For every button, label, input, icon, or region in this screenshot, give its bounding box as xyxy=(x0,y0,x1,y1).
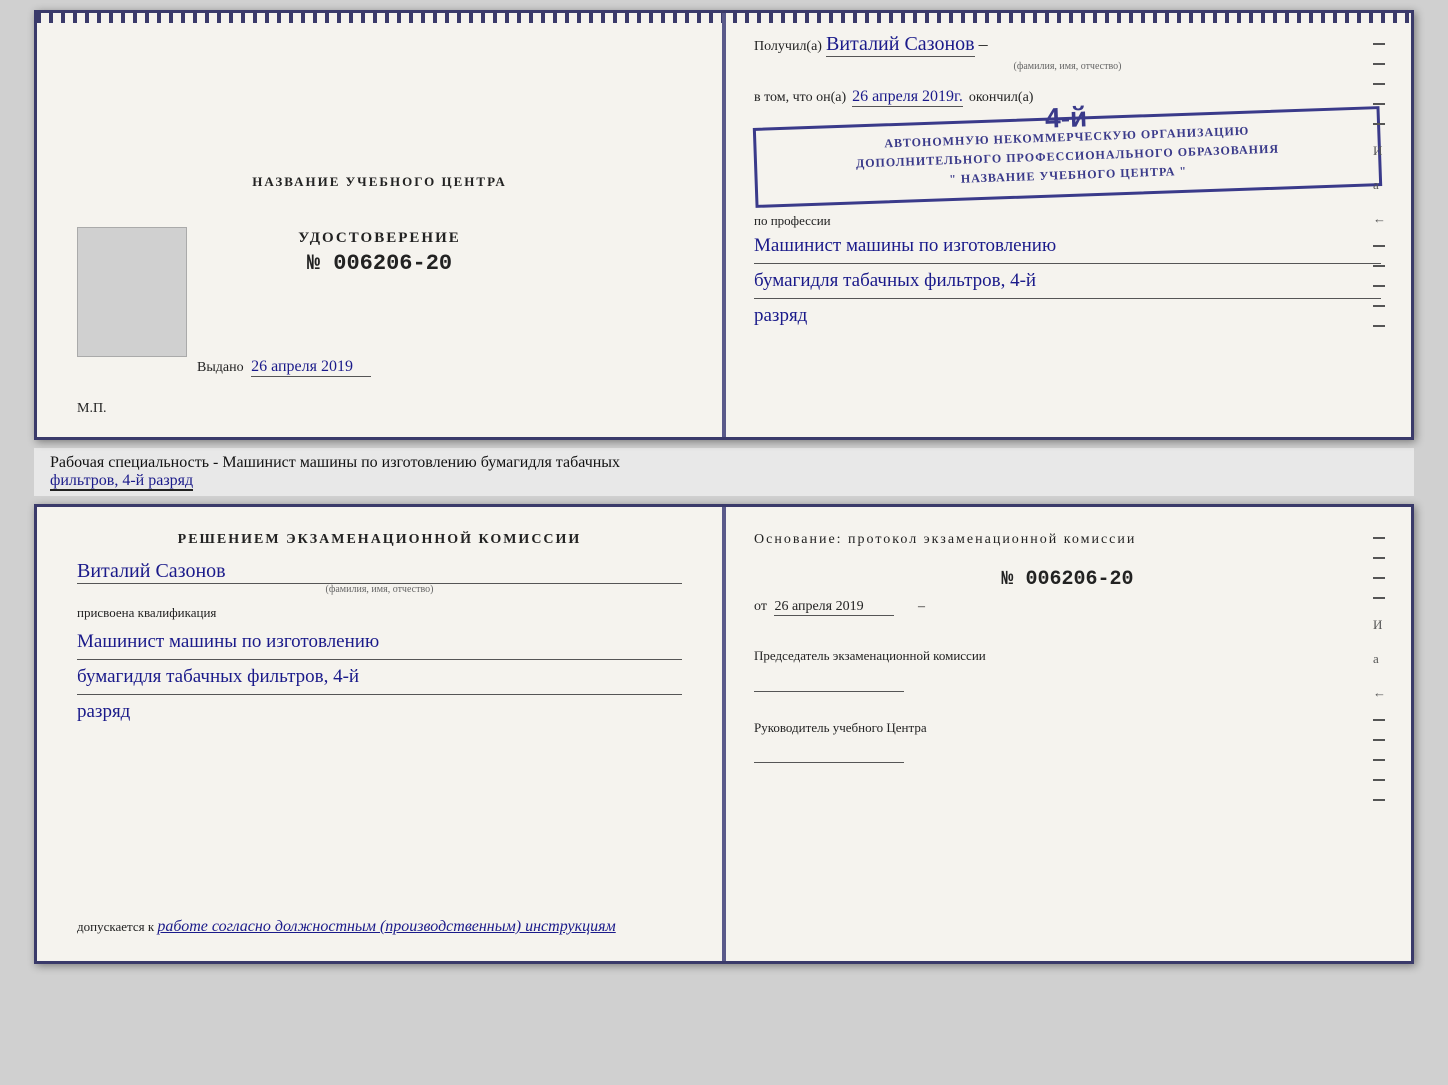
okonchil-label: окончил(а) xyxy=(969,90,1034,106)
deco-dash-3 xyxy=(1373,83,1385,85)
cert-bottom-left-page: Решением экзаменационной комиссии Витали… xyxy=(37,507,724,961)
right-deco-lines-bottom: И а ← xyxy=(1373,537,1386,801)
dopusk-text: работе согласно должностным (производств… xyxy=(157,918,615,935)
ot-dash: – xyxy=(918,599,925,614)
deco-dash-b6 xyxy=(1373,739,1385,741)
cert-top-right-page: Получил(а) Виталий Сазонов – (фамилия, и… xyxy=(724,13,1411,437)
mp-label: М.П. xyxy=(77,401,107,417)
fio-sub-bottom: (фамилия, имя, отчество) xyxy=(77,584,682,595)
deco-dash-9 xyxy=(1373,305,1385,307)
deco-dash-b4 xyxy=(1373,597,1385,599)
deco-dash-b8 xyxy=(1373,779,1385,781)
deco-dash-10 xyxy=(1373,325,1385,327)
udostoverenie-label: УДОСТОВЕРЕНИЕ xyxy=(298,230,461,247)
caption-bar: Рабочая специальность - Машинист машины … xyxy=(34,448,1414,496)
cert-number: № 006206-20 xyxy=(307,251,452,276)
letter-i: И xyxy=(1373,143,1386,159)
profession-line1: Машинист машины по изготовлению xyxy=(754,229,1381,264)
fio-handwritten-top: Виталий Сазонов xyxy=(826,33,975,57)
osnovanie-label: Основание: протокол экзаменационной коми… xyxy=(754,532,1381,548)
date-handwritten: 26 апреля 2019г. xyxy=(852,88,963,107)
qual-line2: бумагидля табачных фильтров, 4-й xyxy=(77,660,682,695)
caption-text: Рабочая специальность - Машинист машины … xyxy=(50,454,620,471)
cert-top-left-page: НАЗВАНИЕ УЧЕБНОГО ЦЕНТРА УДОСТОВЕРЕНИЕ №… xyxy=(37,13,724,437)
deco-dash-b7 xyxy=(1373,759,1385,761)
deco-dash-6 xyxy=(1373,245,1385,247)
page-wrapper: НАЗВАНИЕ УЧЕБНОГО ЦЕНТРА УДОСТОВЕРЕНИЕ №… xyxy=(0,0,1448,1085)
vydano-date: 26 апреля 2019 xyxy=(251,358,371,377)
qual-line1: Машинист машины по изготовлению xyxy=(77,625,682,660)
predsedatel-signature-line xyxy=(754,672,904,692)
caption-underlined: фильтров, 4-й разряд xyxy=(50,472,193,491)
rukovoditel-section: Руководитель учебного Центра xyxy=(754,718,1381,780)
profession-line3: разряд xyxy=(754,299,1381,333)
rukovoditel-label: Руководитель учебного Центра xyxy=(754,718,1381,738)
ot-date: 26 апреля 2019 xyxy=(774,599,894,616)
prisvoena-label: присвоена квалификация xyxy=(77,605,682,621)
deco-dash-1 xyxy=(1373,43,1385,45)
deco-dash-b1 xyxy=(1373,537,1385,539)
vydano-line: Выдано 26 апреля 2019 xyxy=(197,358,371,377)
fio-handwritten-bottom: Виталий Сазонов xyxy=(77,560,682,584)
stamp-number: 4-й xyxy=(1045,101,1088,134)
resheniem-label: Решением экзаменационной комиссии xyxy=(77,532,682,548)
letter-arrow: ← xyxy=(1373,211,1386,227)
deco-dash-b2 xyxy=(1373,557,1385,559)
letter-a-bottom: а xyxy=(1373,651,1386,667)
dopuskaetsya-line: допускается к работе согласно должностны… xyxy=(77,908,682,936)
deco-dash-b9 xyxy=(1373,799,1385,801)
poluchil-line: Получил(а) Виталий Сазонов – (фамилия, и… xyxy=(754,33,1381,72)
predsedatel-label: Председатель экзаменационной комиссии xyxy=(754,646,1381,666)
training-center-title: НАЗВАНИЕ УЧЕБНОГО ЦЕНТРА xyxy=(252,174,507,190)
deco-dash-b3 xyxy=(1373,577,1385,579)
deco-dash-b5 xyxy=(1373,719,1385,721)
po-professii-label: по профессии xyxy=(754,213,1381,229)
deco-dash-8 xyxy=(1373,285,1385,287)
protocol-number: № 006206-20 xyxy=(754,568,1381,591)
qualification-block: Машинист машины по изготовлению бумагидл… xyxy=(77,625,682,730)
vydano-label: Выдано xyxy=(197,360,244,375)
cert-details: УДОСТОВЕРЕНИЕ № 006206-20 xyxy=(298,230,461,276)
dash-top: – xyxy=(979,34,988,55)
profession-block: Машинист машины по изготовлению бумагидл… xyxy=(754,229,1381,334)
fio-sub-top: (фамилия, имя, отчество) xyxy=(754,61,1381,72)
photo-placeholder xyxy=(77,227,187,357)
dopuskaetsya-label: допускается к xyxy=(77,919,154,934)
right-deco-lines: И а ← xyxy=(1373,43,1386,327)
deco-dash-4 xyxy=(1373,103,1385,105)
rukovoditel-signature-line xyxy=(754,743,904,763)
cert-bottom-right-page: Основание: протокол экзаменационной коми… xyxy=(724,507,1411,961)
poluchil-label: Получил(а) xyxy=(754,39,822,55)
cert-bottom: Решением экзаменационной комиссии Витали… xyxy=(34,504,1414,964)
cert-top: НАЗВАНИЕ УЧЕБНОГО ЦЕНТРА УДОСТОВЕРЕНИЕ №… xyxy=(34,10,1414,440)
fio-bottom-block: Виталий Сазонов (фамилия, имя, отчество) xyxy=(77,560,682,595)
ot-line: от 26 апреля 2019 – xyxy=(754,599,1381,616)
qual-line3: разряд xyxy=(77,695,682,729)
profession-line2: бумагидля табачных фильтров, 4-й xyxy=(754,264,1381,299)
deco-dash-7 xyxy=(1373,265,1385,267)
letter-a: а xyxy=(1373,177,1386,193)
predsedatel-section: Председатель экзаменационной комиссии xyxy=(754,646,1381,708)
deco-dash-5 xyxy=(1373,123,1385,125)
vtom-label: в том, что он(а) xyxy=(754,90,846,106)
letter-i-bottom: И xyxy=(1373,617,1386,633)
stamp-box: 4-й АВТОНОМНУЮ НЕКОММЕРЧЕСКУЮ ОРГАНИЗАЦИ… xyxy=(753,106,1382,207)
letter-arrow-bottom: ← xyxy=(1373,685,1386,701)
deco-dash-2 xyxy=(1373,63,1385,65)
ot-label: от xyxy=(754,599,767,614)
